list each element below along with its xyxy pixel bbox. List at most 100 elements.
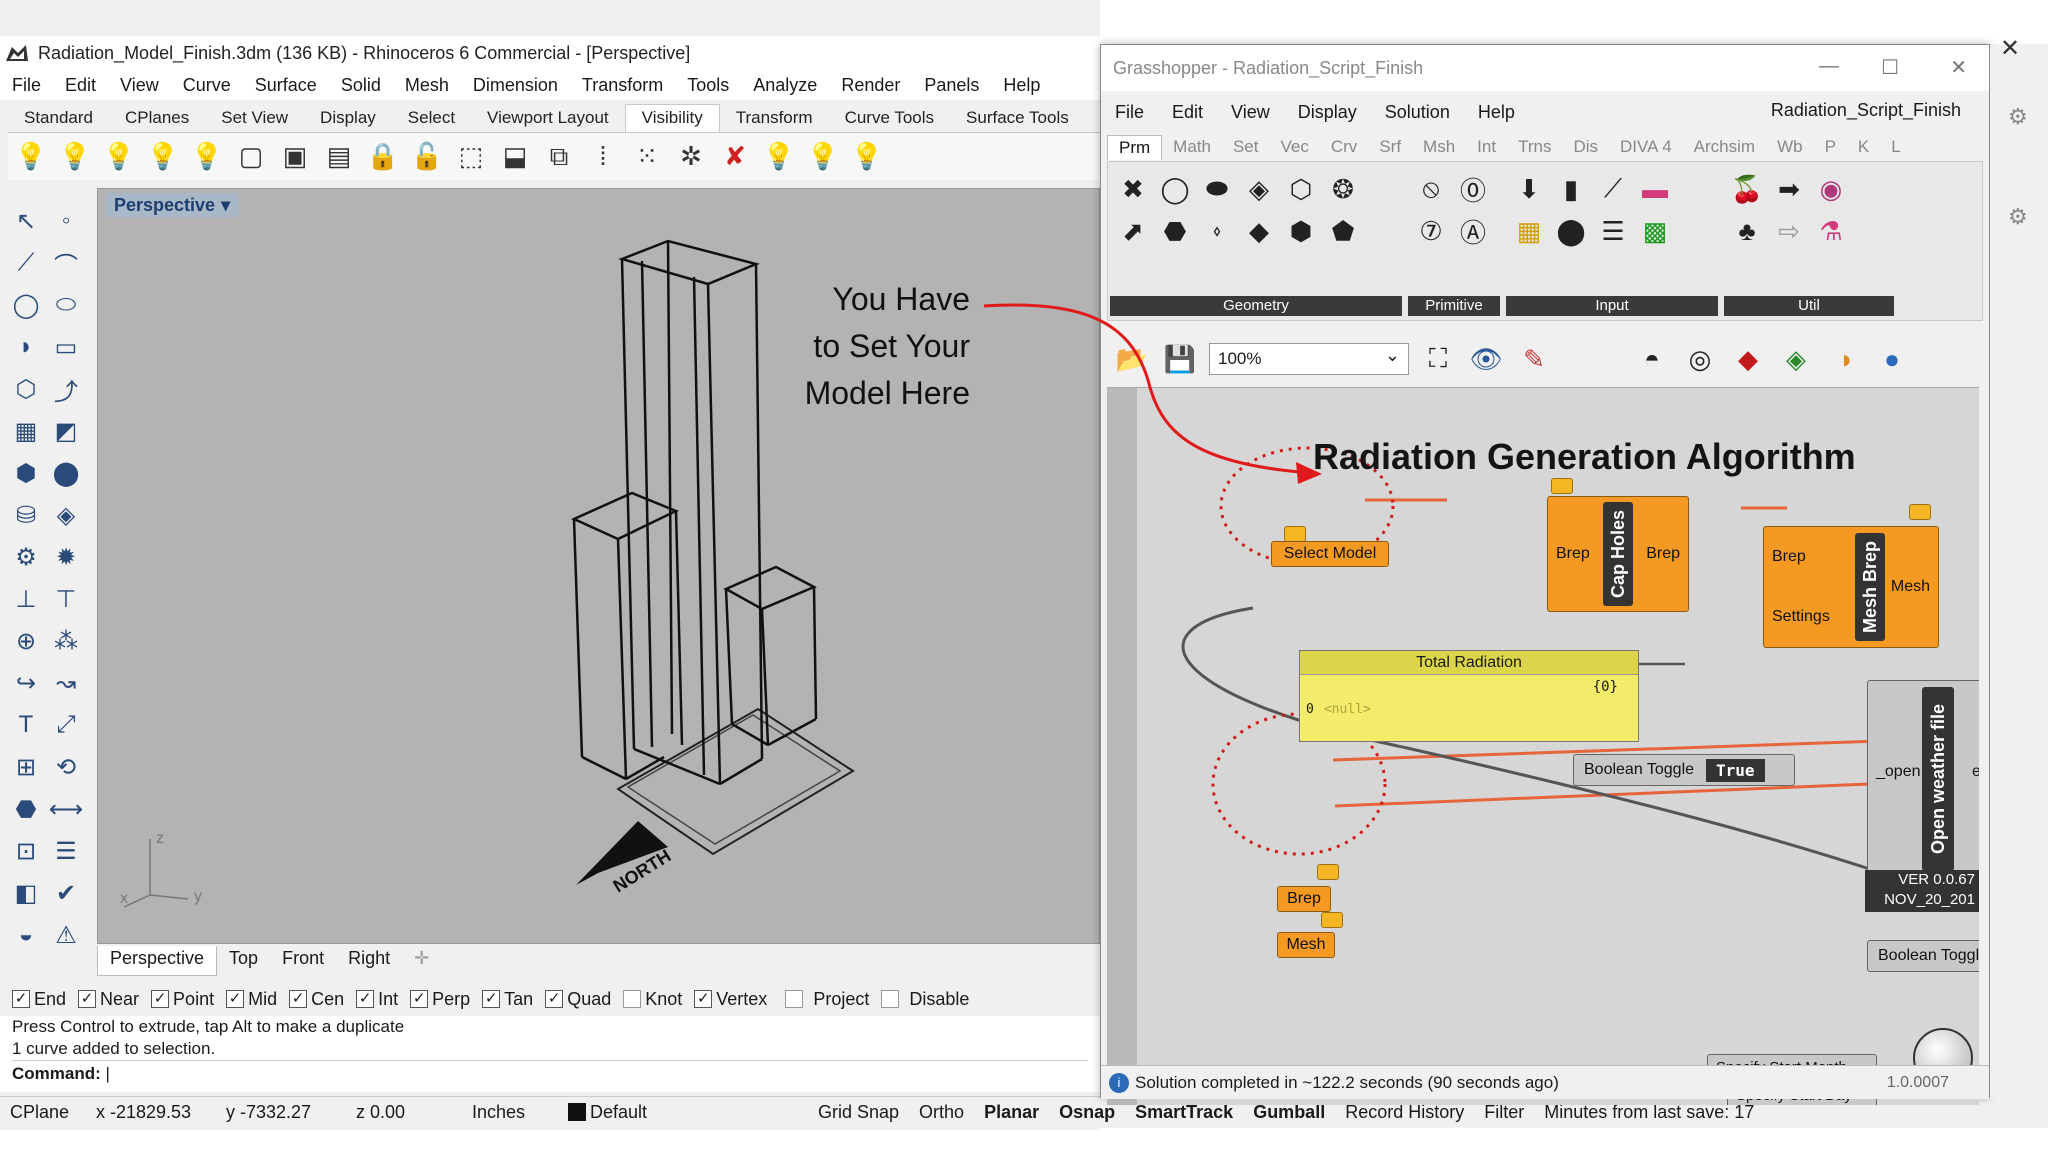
- value-list-icon[interactable]: ☰: [1594, 212, 1632, 250]
- zoom-dropdown[interactable]: 100%: [1209, 343, 1409, 375]
- mesh-param-icon[interactable]: ❂: [1324, 170, 1362, 208]
- group-param-icon[interactable]: ⬟: [1324, 212, 1362, 250]
- status-toggle-gumball[interactable]: Gumball: [1243, 1102, 1335, 1123]
- group-icon[interactable]: ⁂: [46, 620, 86, 662]
- preview-eye-icon[interactable]: 👁: [1467, 340, 1505, 378]
- gh-menu-solution[interactable]: Solution: [1371, 102, 1464, 123]
- brep-param[interactable]: Brep: [1277, 886, 1331, 912]
- menu-dimension[interactable]: Dimension: [461, 75, 570, 96]
- rhino-close-icon[interactable]: ✕: [2000, 34, 2020, 63]
- osnap-checkbox[interactable]: ✓: [151, 990, 170, 1008]
- gh-tab-math[interactable]: Math: [1162, 135, 1222, 159]
- status-toggle-osnap[interactable]: Osnap: [1049, 1102, 1125, 1123]
- osnap-int[interactable]: ✓ Int: [356, 989, 398, 1010]
- swap-icon[interactable]: 💡: [850, 140, 884, 174]
- array-icon[interactable]: ⊞: [6, 746, 46, 788]
- osnap-tan[interactable]: ✓ Tan: [482, 989, 533, 1010]
- open-weather-file-component[interactable]: _open Open weather file ep: [1867, 680, 1979, 876]
- gh-tab-vec[interactable]: Vec: [1270, 135, 1320, 159]
- gh-tab-diva-4[interactable]: DIVA 4: [1609, 135, 1683, 159]
- cylinder-icon[interactable]: ⛁: [6, 494, 46, 536]
- show-selected-icon[interactable]: 💡: [102, 140, 136, 174]
- points-off-icon[interactable]: ✘: [718, 140, 752, 174]
- gh-tab-srf[interactable]: Srf: [1368, 135, 1412, 159]
- gh-tab-msh[interactable]: Msh: [1412, 135, 1466, 159]
- point-grid-icon[interactable]: ⁙: [630, 140, 664, 174]
- menu-view[interactable]: View: [108, 75, 171, 96]
- curve-icon[interactable]: ⌒: [46, 242, 86, 284]
- osnap-checkbox[interactable]: ✓: [226, 990, 245, 1008]
- selected-preview-icon[interactable]: ◆: [1729, 340, 1767, 378]
- light-icon[interactable]: ⚠: [46, 914, 86, 956]
- check-icon[interactable]: ✔: [46, 872, 86, 914]
- graph-mapper-icon[interactable]: ▦: [1510, 212, 1548, 250]
- circle-param-icon[interactable]: ◯: [1156, 170, 1194, 208]
- osnap-checkbox[interactable]: [785, 990, 804, 1008]
- curve-param-icon[interactable]: ⬬: [1198, 170, 1236, 208]
- osnap-checkbox[interactable]: ✓: [482, 990, 501, 1008]
- sketch-pen-icon[interactable]: ✎: [1515, 340, 1553, 378]
- boolean-toggle-value[interactable]: True: [1706, 758, 1765, 782]
- osnap-checkbox[interactable]: ✓: [289, 990, 308, 1008]
- extrude-surface-icon[interactable]: ◩: [46, 410, 86, 452]
- gh-menu-view[interactable]: View: [1217, 102, 1284, 123]
- ellipse-icon[interactable]: ⬭: [46, 284, 86, 326]
- osnap-cen[interactable]: ✓ Cen: [289, 989, 344, 1010]
- freeform-icon[interactable]: ⤴: [46, 368, 86, 410]
- colour-swatch-icon[interactable]: ▩: [1636, 212, 1674, 250]
- text-icon[interactable]: T: [6, 704, 46, 746]
- fillet-icon[interactable]: ↪: [6, 662, 46, 704]
- gear-icon[interactable]: ⚙: [6, 536, 46, 578]
- grasshopper-canvas[interactable]: Radiation Generation Algorithm Select Mo…: [1107, 387, 1979, 1105]
- mesh-quality-icon[interactable]: ◈: [1777, 340, 1815, 378]
- rectangle-icon[interactable]: ▭: [46, 326, 86, 368]
- polyline-icon[interactable]: ⟋: [6, 242, 46, 284]
- knob-icon[interactable]: ⟋: [1594, 170, 1632, 208]
- grid-icon[interactable]: ⊡: [6, 830, 46, 872]
- gh-tab-dis[interactable]: Dis: [1562, 135, 1609, 159]
- flask-icon[interactable]: ⚗: [1812, 212, 1850, 250]
- relay-icon[interactable]: ⇨: [1770, 212, 1808, 250]
- viewport-title[interactable]: Perspective ▾: [106, 193, 239, 217]
- gh-menu-help[interactable]: Help: [1464, 102, 1529, 123]
- cherry-picker-icon[interactable]: 🍒: [1728, 170, 1766, 208]
- mesh-param[interactable]: Mesh: [1277, 932, 1335, 958]
- rotate-icon[interactable]: ⟲: [46, 746, 86, 788]
- gh-tab-prm[interactable]: Prm: [1107, 134, 1163, 160]
- menu-help[interactable]: Help: [991, 75, 1052, 96]
- hide-objects-icon[interactable]: 💡: [58, 140, 92, 174]
- status-layer[interactable]: Default: [558, 1102, 808, 1123]
- tab-cplanes[interactable]: CPlanes: [109, 105, 205, 132]
- osnap-near[interactable]: ✓ Near: [78, 989, 139, 1010]
- split-icon[interactable]: ⊤: [46, 578, 86, 620]
- gh-tab-crv[interactable]: Crv: [1320, 135, 1368, 159]
- analyze-icon[interactable]: ◧: [6, 872, 46, 914]
- show-all-icon[interactable]: 💡: [762, 140, 796, 174]
- menu-analyze[interactable]: Analyze: [741, 75, 829, 96]
- status-cplane[interactable]: CPlane: [0, 1102, 86, 1123]
- status-toggle-record-history[interactable]: Record History: [1335, 1102, 1474, 1123]
- move-icon[interactable]: ⤢: [46, 704, 86, 746]
- total-radiation-panel[interactable]: Total Radiation {0} 0 <null>: [1299, 650, 1639, 742]
- block-icon[interactable]: ⬣: [6, 788, 46, 830]
- offset-icon[interactable]: ↝: [46, 662, 86, 704]
- tab-curve-tools[interactable]: Curve Tools: [829, 105, 950, 132]
- osnap-mid[interactable]: ✓ Mid: [226, 989, 277, 1010]
- toggle-icon[interactable]: ⬤: [1552, 212, 1590, 250]
- maximize-icon[interactable]: ☐: [1881, 55, 1899, 80]
- menu-transform[interactable]: Transform: [570, 75, 675, 96]
- osnap-checkbox[interactable]: [623, 990, 642, 1008]
- twisted-box-icon[interactable]: ⬫: [1198, 212, 1236, 250]
- menu-curve[interactable]: Curve: [171, 75, 243, 96]
- plane-param-icon[interactable]: ⬣: [1156, 212, 1194, 250]
- vector-param-icon[interactable]: ◆: [1240, 212, 1278, 250]
- lock-selected-icon[interactable]: ⬚: [454, 140, 488, 174]
- box-icon[interactable]: ⬢: [6, 452, 46, 494]
- surface-icon[interactable]: ▦: [6, 410, 46, 452]
- menu-solid[interactable]: Solid: [329, 75, 393, 96]
- tab-viewport-layout[interactable]: Viewport Layout: [471, 105, 625, 132]
- slider-icon[interactable]: ▮: [1552, 170, 1590, 208]
- cap-holes-component[interactable]: Brep Cap Holes Brep: [1547, 496, 1689, 612]
- explode-icon[interactable]: ✹: [46, 536, 86, 578]
- gh-tab-int[interactable]: Int: [1466, 135, 1507, 159]
